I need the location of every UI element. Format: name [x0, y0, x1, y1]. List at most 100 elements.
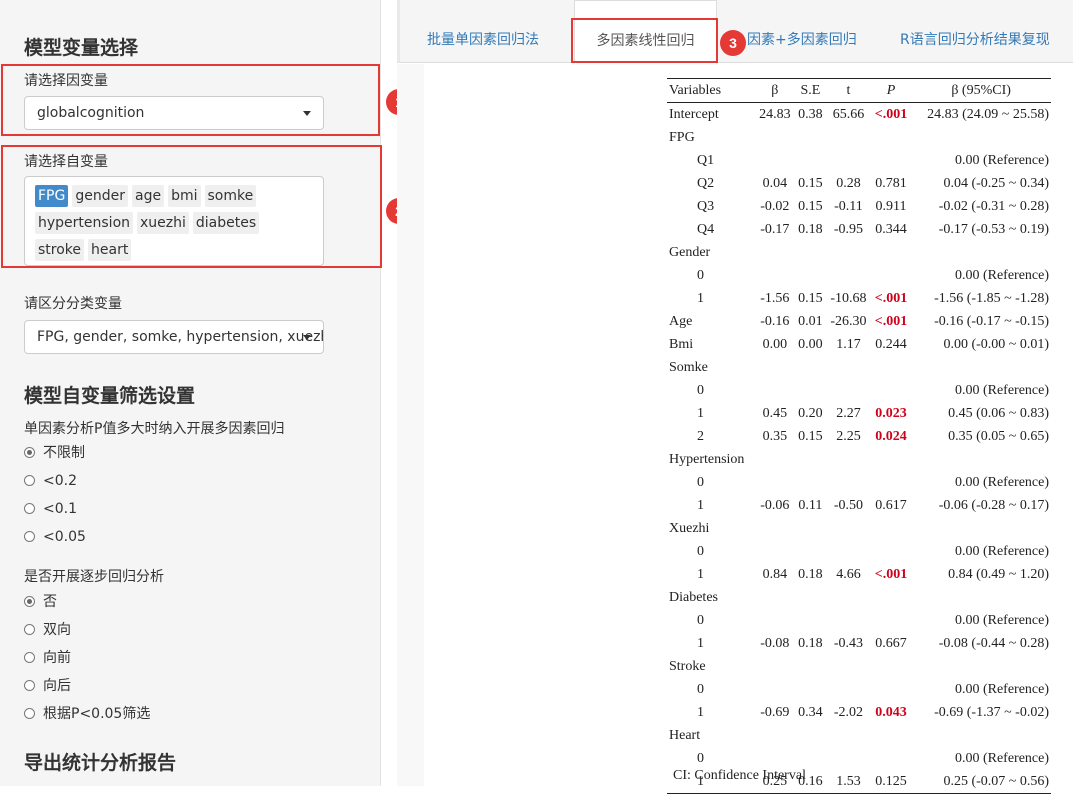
ci-cell: 0.45 (0.06 ~ 0.83): [948, 405, 1049, 421]
p-threshold-radio-option[interactable]: <0.1: [24, 500, 77, 518]
t-cell: -2.02: [833, 704, 864, 720]
b-cell: [755, 517, 794, 540]
t-cell: [826, 586, 871, 609]
t-cell: [826, 540, 871, 563]
table-row: Heart: [667, 724, 1051, 747]
p-cell: 0.344: [875, 221, 907, 237]
stepwise-radio-option[interactable]: 否: [24, 593, 57, 611]
radio-circle-icon[interactable]: [24, 652, 35, 663]
stepwise-radio-label: 双向: [43, 622, 71, 638]
radio-circle-icon[interactable]: [24, 680, 35, 691]
se-cell: [795, 747, 827, 770]
p-cell: 0.244: [875, 336, 907, 352]
regression-table: Variables β S.E t P β (95%CI) Intercept 2…: [667, 78, 1051, 794]
p-cell: 0.911: [875, 198, 907, 214]
table-row: Q1 0.00 (Reference): [667, 149, 1051, 172]
t-cell: [826, 747, 871, 770]
b-cell: 0.45: [762, 405, 788, 421]
se-cell: [795, 379, 827, 402]
se-cell: [795, 126, 827, 149]
t-cell: -10.68: [830, 290, 867, 306]
t-cell: -0.43: [833, 635, 864, 651]
t-cell: 2.25: [836, 428, 861, 444]
t-cell: -0.11: [834, 198, 863, 214]
variable-cell: 1: [697, 635, 704, 651]
table-row: Bmi 0.00 0.00 1.17 0.244 0.00 (-0.00 ~ 0.01): [667, 333, 1051, 356]
b-cell: 0.04: [762, 175, 788, 191]
variable-cell: 0: [697, 750, 704, 766]
variable-cell: Q2: [697, 175, 715, 191]
ci-cell: 0.00 (Reference): [954, 543, 1049, 559]
table-row: 0 0.00 (Reference): [667, 471, 1051, 494]
variable-cell: 1: [697, 497, 704, 513]
se-cell: [795, 264, 827, 287]
ci-cell: [911, 448, 1051, 471]
p-cell: <.001: [874, 106, 908, 122]
p-threshold-radio-label: 不限制: [43, 445, 85, 461]
variable-cell: Xuezhi: [669, 520, 710, 536]
cat-var-value: FPG, gender, somke, hypertension, xuezhi: [37, 329, 324, 345]
t-cell: -0.50: [833, 497, 864, 513]
table-row: FPG: [667, 126, 1051, 149]
se-cell: 0.01: [798, 313, 823, 329]
radio-circle-icon[interactable]: [24, 475, 35, 486]
b-cell: -0.02: [760, 198, 790, 214]
t-cell: 2.27: [836, 405, 861, 421]
variable-cell: 1: [697, 566, 704, 582]
ci-cell: 24.83 (24.09 ~ 25.58): [927, 106, 1049, 122]
radio-circle-icon[interactable]: [24, 596, 35, 607]
ci-cell: 0.25 (-0.07 ~ 0.56): [911, 770, 1051, 794]
radio-circle-icon[interactable]: [24, 531, 35, 542]
variable-cell: FPG: [669, 129, 695, 145]
model-var-heading: 模型变量选择: [24, 37, 139, 59]
variable-cell: Age: [669, 313, 693, 329]
radio-circle-icon[interactable]: [24, 447, 35, 458]
table-row: Gender: [667, 241, 1051, 264]
t-cell: -0.95: [833, 221, 864, 237]
t-cell: 4.66: [836, 566, 861, 582]
radio-circle-icon[interactable]: [24, 503, 35, 514]
radio-circle-icon[interactable]: [24, 708, 35, 719]
se-cell: [795, 655, 827, 678]
tab-uni-multi-regression[interactable]: 因素+多因素回归: [747, 0, 857, 62]
p-threshold-radio-option[interactable]: 不限制: [24, 444, 85, 462]
t-cell: -26.30: [830, 313, 867, 329]
ci-cell: [911, 655, 1051, 678]
stepwise-label: 是否开展逐步回归分析: [24, 569, 164, 585]
tab-batch-univariate[interactable]: 批量单因素回归法: [427, 0, 539, 62]
table-row: Xuezhi: [667, 517, 1051, 540]
t-cell: [826, 517, 871, 540]
stepwise-radio-option[interactable]: 双向: [24, 621, 71, 639]
variable-cell: Bmi: [669, 336, 694, 352]
cat-var-select[interactable]: FPG, gender, somke, hypertension, xuezhi: [24, 320, 324, 354]
table-row: 1 0.45 0.20 2.27 0.023 0.45 (0.06 ~ 0.83): [667, 402, 1051, 425]
col-header-t: t: [826, 78, 871, 103]
t-cell: 1.53: [826, 770, 871, 794]
table-footnote: CI: Confidence Interval: [673, 768, 806, 783]
p-cell: [871, 724, 911, 747]
p-cell: 0.667: [875, 635, 907, 651]
radio-circle-icon[interactable]: [24, 624, 35, 635]
table-row: 0 0.00 (Reference): [667, 747, 1051, 770]
cat-var-label: 请区分分类变量: [24, 296, 122, 312]
tab-r-reproduce[interactable]: R语言回归分析结果复现: [900, 0, 1050, 62]
ci-cell: 0.00 (Reference): [954, 152, 1049, 168]
b-cell: -0.16: [760, 313, 790, 329]
se-cell: [795, 586, 827, 609]
variable-cell: 1: [697, 290, 704, 306]
p-threshold-radio-option[interactable]: <0.05: [24, 528, 86, 546]
stepwise-radio-option[interactable]: 向前: [24, 649, 71, 667]
stepwise-radio-option[interactable]: 向后: [24, 677, 71, 695]
b-cell: [755, 356, 794, 379]
b-cell: -0.06: [760, 497, 790, 513]
table-row: 0 0.00 (Reference): [667, 540, 1051, 563]
ci-cell: 0.00 (-0.00 ~ 0.01): [943, 336, 1049, 352]
p-cell: [871, 264, 911, 287]
se-cell: 0.34: [798, 704, 823, 720]
p-cell: [871, 517, 911, 540]
table-row: Stroke: [667, 655, 1051, 678]
stepwise-radio-option[interactable]: 根据P<0.05筛选: [24, 705, 150, 723]
se-cell: [795, 540, 827, 563]
p-threshold-radio-option[interactable]: <0.2: [24, 472, 77, 490]
table-row: Hypertension: [667, 448, 1051, 471]
